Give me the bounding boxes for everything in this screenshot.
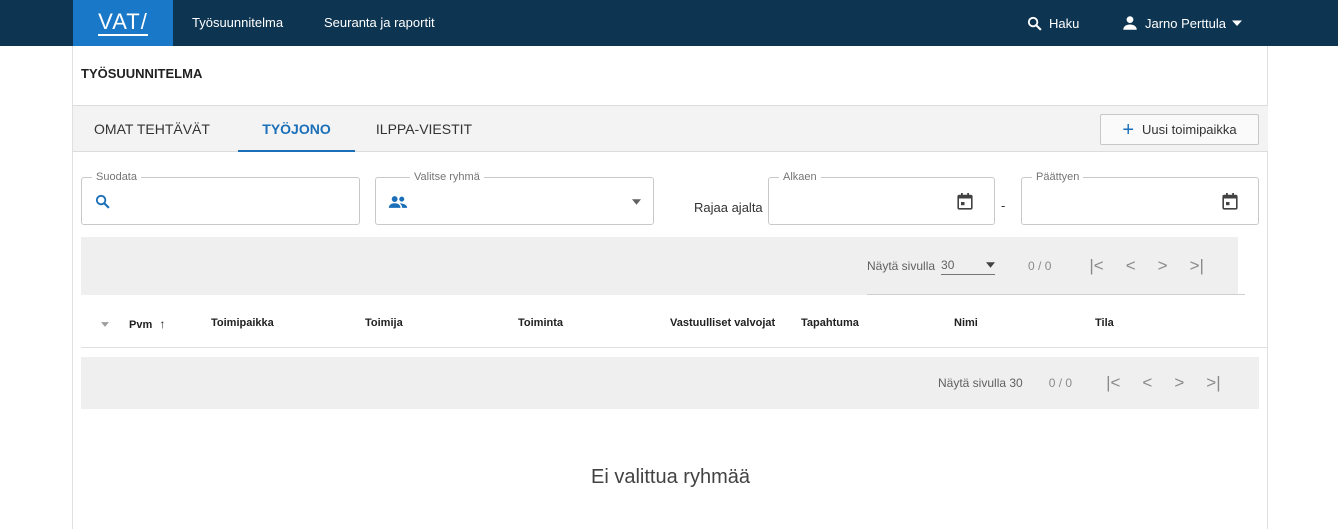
plus-icon: + [1122, 118, 1135, 141]
next-page-icon[interactable]: > [1174, 373, 1184, 393]
empty-state-message: Ei valittua ryhmää [591, 466, 750, 488]
end-date-input[interactable]: Päättyen [1021, 171, 1259, 225]
page-navigation: |< < > >| [1106, 373, 1221, 393]
page-range: 0 / 0 [1048, 376, 1073, 390]
table-header-row: Pvm ↑ Toimipaikka Toimija Toiminta Vastu… [81, 298, 1268, 348]
filter-input[interactable]: Suodata [81, 171, 360, 225]
start-date-input[interactable]: Alkaen [768, 171, 995, 225]
search-label: Haku [1049, 15, 1080, 31]
filter-label: Suodata [92, 171, 141, 183]
column-tila[interactable]: Tila [1095, 317, 1114, 329]
dropdown-arrow-icon [986, 261, 996, 268]
caret-down-icon [1231, 20, 1242, 26]
first-page-icon[interactable]: |< [1089, 256, 1103, 276]
main-content: TYÖSUUNNITELMA OMAT TEHTÄVÄT TYÖJONO ILP… [72, 46, 1268, 529]
dropdown-arrow-icon [632, 199, 641, 205]
page-title: TYÖSUUNNITELMA [81, 66, 203, 81]
column-pvm-label: Pvm [129, 319, 153, 331]
tab-omat-tehtavat[interactable]: OMAT TEHTÄVÄT [81, 106, 223, 152]
column-vastuulliset-valvojat[interactable]: Vastuulliset valvojat [670, 317, 775, 329]
new-location-label: Uusi toimipaikka [1142, 122, 1237, 137]
new-location-button[interactable]: + Uusi toimipaikka [1100, 114, 1259, 145]
person-icon [1123, 16, 1137, 30]
logo-text: VAT/ [98, 8, 148, 36]
previous-page-icon[interactable]: < [1126, 256, 1136, 276]
date-separator: - [1001, 198, 1006, 213]
page-navigation: |< < > >| [1089, 256, 1204, 276]
nav-tyosuunnitelma[interactable]: Työsuunnitelma [192, 0, 283, 46]
per-page-label: Näytä sivulla 30 [938, 376, 1023, 390]
per-page-select[interactable]: 30 [941, 257, 996, 275]
search-icon [95, 194, 110, 209]
bottom-pager: Näytä sivulla 30 0 / 0 |< < > >| [938, 357, 1221, 409]
column-nimi[interactable]: Nimi [954, 317, 978, 329]
column-toimipaikka[interactable]: Toimipaikka [211, 317, 274, 329]
sort-ascending-icon: ↑ [159, 317, 166, 331]
top-pager: Näytä sivulla 30 0 / 0 |< < > >| [867, 237, 1204, 295]
top-navigation-bar: VAT/ Työsuunnitelma Seuranta ja raportit… [0, 0, 1338, 46]
nav-seuranta-ja-raportit[interactable]: Seuranta ja raportit [324, 0, 435, 46]
start-date-label: Alkaen [779, 171, 821, 183]
group-select-label: Valitse ryhmä [410, 171, 484, 183]
last-page-icon[interactable]: >| [1206, 373, 1220, 393]
column-toiminta[interactable]: Toiminta [518, 317, 563, 329]
bottom-pager-band: Näytä sivulla 30 0 / 0 |< < > >| [81, 357, 1259, 409]
last-page-icon[interactable]: >| [1190, 256, 1204, 276]
search-link[interactable]: Haku [1026, 0, 1079, 46]
tab-bar: OMAT TEHTÄVÄT TYÖJONO ILPPA-VIESTIT + Uu… [73, 105, 1268, 152]
column-tapahtuma[interactable]: Tapahtuma [801, 317, 859, 329]
group-select[interactable]: Valitse ryhmä [375, 171, 654, 225]
top-navigation-inner: VAT/ Työsuunnitelma Seuranta ja raportit… [73, 0, 1268, 46]
search-icon [1027, 16, 1042, 31]
tab-tyojono[interactable]: TYÖJONO [238, 106, 355, 152]
end-date-label: Päättyen [1032, 171, 1084, 183]
tab-ilppa-viestit[interactable]: ILPPA-VIESTIT [364, 106, 484, 152]
user-name: Jarno Perttula [1145, 15, 1226, 31]
per-page-label: Näytä sivulla [867, 259, 936, 273]
pager-divider [867, 294, 1245, 295]
column-pvm[interactable]: Pvm ↑ [129, 317, 165, 331]
first-page-icon[interactable]: |< [1106, 373, 1120, 393]
user-menu[interactable]: Jarno Perttula [1121, 0, 1242, 46]
range-label: Rajaa ajalta [694, 200, 763, 215]
per-page-value: 30 [941, 257, 955, 272]
column-toimija[interactable]: Toimija [365, 317, 403, 329]
calendar-icon[interactable] [957, 193, 973, 210]
group-icon [388, 196, 408, 208]
previous-page-icon[interactable]: < [1142, 373, 1152, 393]
page-range: 0 / 0 [1028, 259, 1052, 273]
next-page-icon[interactable]: > [1158, 256, 1168, 276]
top-pager-band: Näytä sivulla 30 0 / 0 |< < > >| [81, 237, 1238, 295]
calendar-icon[interactable] [1222, 193, 1238, 210]
vati-logo[interactable]: VAT/ [73, 0, 173, 46]
expand-all-icon[interactable] [101, 322, 109, 327]
